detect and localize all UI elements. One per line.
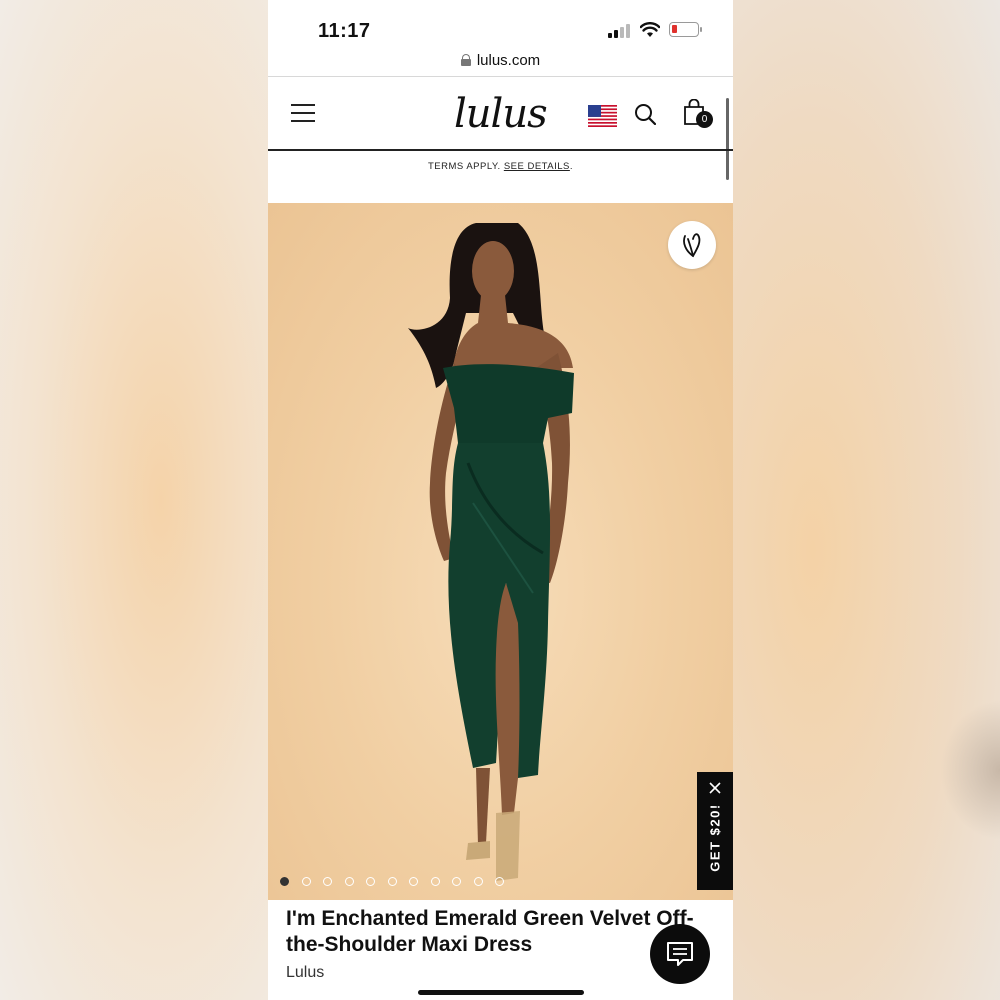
status-time: 11:17: [318, 20, 371, 42]
promo-banner: TERMS APPLY. SEE DETAILS.: [268, 161, 733, 172]
product-brand[interactable]: Lulus: [286, 964, 324, 982]
carousel-dot[interactable]: [366, 877, 375, 886]
site-header: lulus 0: [268, 77, 733, 150]
phone-screen: 11:17 lulus.com lulus 0 TERMS APPLY. SEE…: [268, 0, 733, 1000]
wishlist-button[interactable]: [668, 221, 716, 269]
see-details-link[interactable]: SEE DETAILS: [504, 161, 570, 172]
battery-low-icon: [669, 22, 702, 37]
us-flag-icon[interactable]: [588, 105, 617, 127]
cart-count-badge: 0: [696, 111, 713, 128]
status-bar: 11:17: [268, 0, 733, 48]
carousel-dot[interactable]: [301, 877, 311, 886]
chat-bubble-icon: [667, 942, 693, 966]
home-indicator[interactable]: [418, 990, 584, 995]
address-bar[interactable]: lulus.com: [268, 48, 733, 72]
carousel-dot[interactable]: [387, 877, 397, 886]
carousel-dot[interactable]: [473, 877, 483, 886]
offer-tab[interactable]: GET $20!: [697, 772, 733, 890]
model-wearing-dress-image: [408, 223, 574, 881]
chat-button[interactable]: [650, 924, 710, 984]
carousel-dot[interactable]: [409, 877, 418, 886]
background-blur-right: [733, 0, 1000, 1000]
carousel-dot[interactable]: [323, 877, 332, 886]
offer-label: GET $20!: [707, 803, 723, 872]
product-image[interactable]: [268, 203, 733, 900]
url-text: lulus.com: [476, 51, 541, 69]
hamburger-menu-icon[interactable]: [291, 104, 315, 124]
search-icon[interactable]: [634, 103, 656, 125]
carousel-dot[interactable]: [280, 877, 289, 886]
carousel-dot[interactable]: [430, 877, 440, 886]
carousel-dot[interactable]: [452, 877, 461, 886]
carousel-dot[interactable]: [344, 877, 354, 886]
close-icon[interactable]: [708, 781, 722, 795]
lulus-logo[interactable]: lulus: [454, 91, 548, 137]
promo-text: TERMS APPLY.: [427, 161, 504, 172]
background-blur-left: [0, 0, 268, 1000]
lock-icon: [460, 54, 471, 66]
promo-suffix: .: [569, 161, 574, 172]
carousel-dot[interactable]: [495, 877, 504, 886]
heart-icon: [683, 233, 701, 258]
signal-icon: [608, 24, 632, 38]
wifi-icon: [640, 22, 660, 37]
header-divider: [268, 149, 733, 151]
